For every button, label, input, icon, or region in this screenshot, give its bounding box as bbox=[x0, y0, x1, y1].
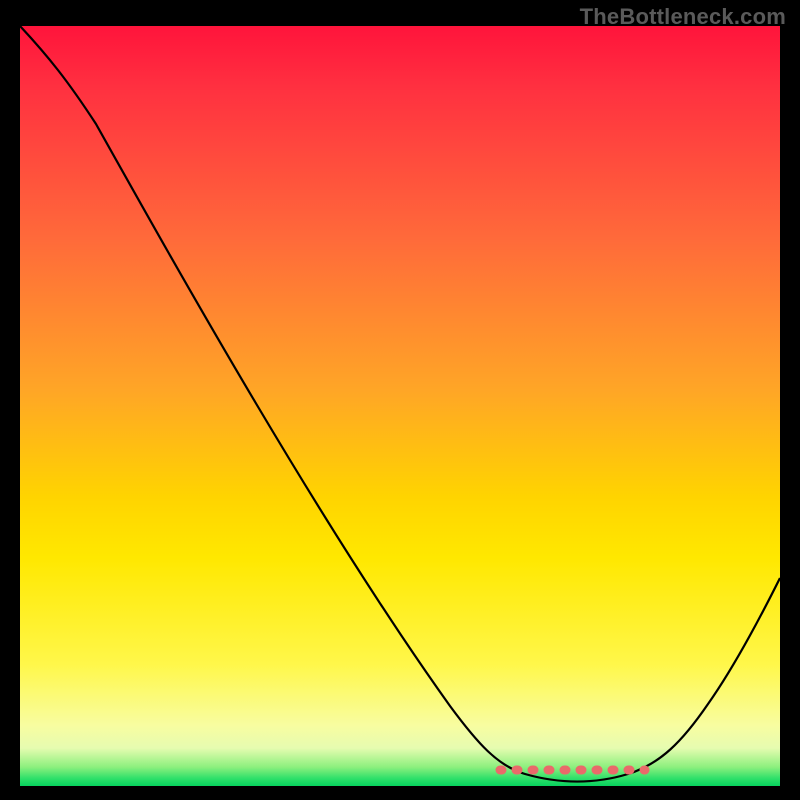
chart-svg bbox=[20, 26, 780, 786]
bottleneck-curve bbox=[20, 26, 780, 782]
chart-plot-area bbox=[20, 26, 780, 786]
watermark-text: TheBottleneck.com bbox=[580, 4, 786, 30]
page-root: TheBottleneck.com bbox=[0, 0, 800, 800]
